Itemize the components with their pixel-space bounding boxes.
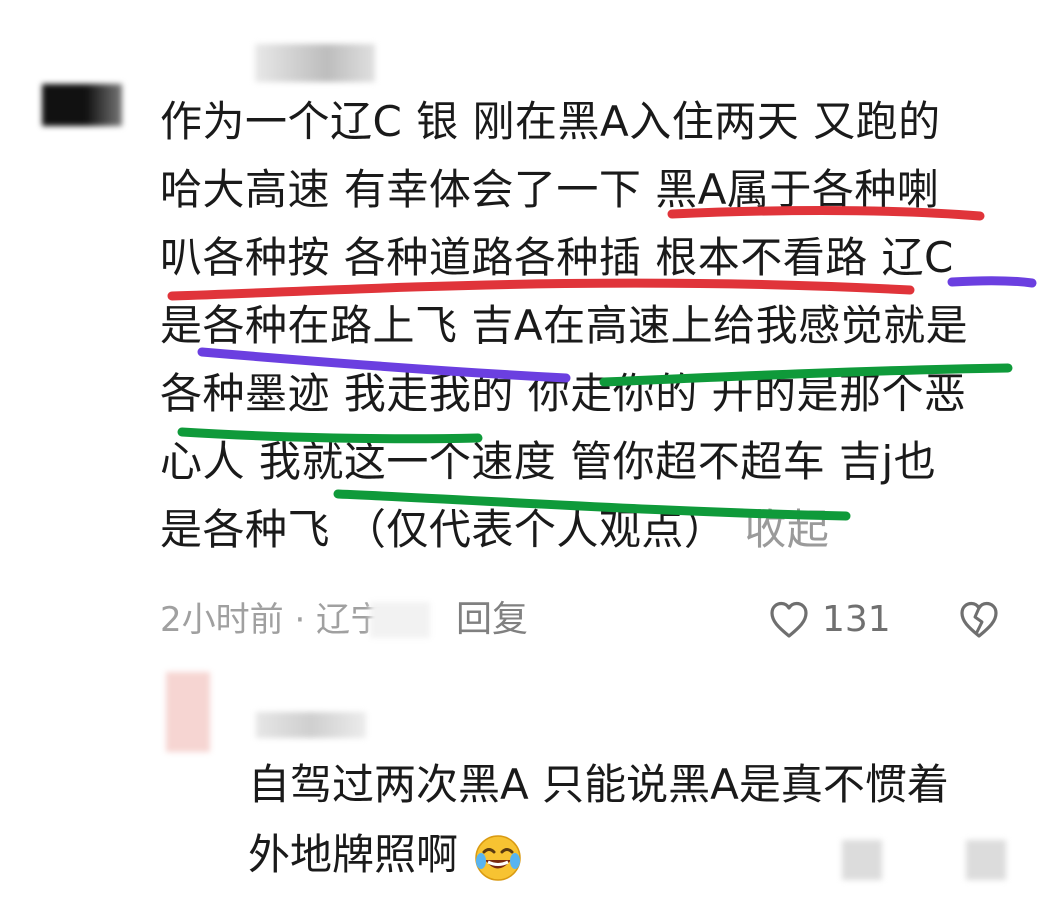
heart-icon[interactable] xyxy=(768,600,810,640)
reply-button[interactable]: 回复 xyxy=(456,598,528,642)
purple-underline xyxy=(947,276,1037,288)
comment-text-line: 各种墨迹 我走我的 你走你的 开的是那个恶 xyxy=(160,369,967,418)
reply-action-blur xyxy=(842,840,882,880)
broken-heart-icon[interactable] xyxy=(958,600,1000,640)
comment-text-line: 是各种在路上飞 吉A在高速上给我感觉就是 xyxy=(160,301,969,350)
avatar[interactable] xyxy=(42,84,122,126)
comment-text-line: 哈大高速 有幸体会了一下 黑A属于各种喇 xyxy=(160,165,940,214)
reply-action-blur xyxy=(966,840,1006,880)
reply-text-line: 自驾过两次黑A 只能说黑A是真不惯着 xyxy=(248,760,949,809)
comment-text-line: 心人 我就这一个速度 管你超不超车 吉j也 xyxy=(160,437,937,486)
meta-blur xyxy=(370,602,430,638)
username-blurred[interactable] xyxy=(255,44,375,82)
reply-username-blurred[interactable] xyxy=(256,712,366,738)
comment-text-line: 是各种飞 （仅代表个人观点） 收起 xyxy=(160,505,830,554)
comment-text-line: 叭各种按 各种道路各种插 根本不看路 辽C xyxy=(160,233,954,282)
like-count: 131 xyxy=(822,599,891,640)
reply-text-line: 外地牌照啊 xyxy=(248,822,523,888)
comment-text-line: 作为一个辽C 银 刚在黑A入住两天 又跑的 xyxy=(160,97,941,146)
collapse-link[interactable]: 收起 xyxy=(744,505,829,554)
laughing-crying-emoji-icon xyxy=(473,833,523,883)
comment-meta: 2小时前 · 辽宁 xyxy=(160,600,385,640)
reply-avatar[interactable] xyxy=(166,672,210,752)
